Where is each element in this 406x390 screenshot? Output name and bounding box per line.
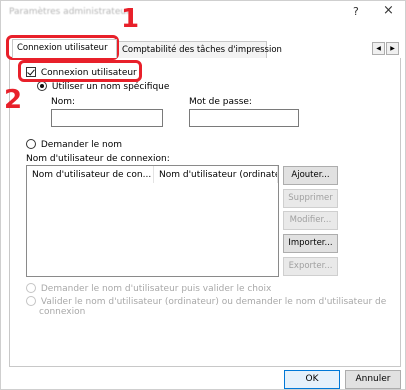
name-input[interactable] bbox=[51, 109, 163, 127]
user-list-table[interactable]: Nom d'utilisateur de con... Nom d'utilis… bbox=[26, 165, 279, 277]
cancel-button[interactable]: Annuler bbox=[345, 370, 401, 389]
login-user-name-label: Nom d'utilisateur de connexion: bbox=[26, 154, 170, 164]
tab-scroll-right-icon[interactable]: ▶ bbox=[386, 42, 399, 55]
tab-scroll-buttons: ◀ ▶ bbox=[372, 42, 399, 55]
add-button[interactable]: Ajouter... bbox=[283, 166, 338, 185]
column-header-login-name[interactable]: Nom d'utilisateur de con... bbox=[27, 166, 154, 183]
tab-scroll-left-icon[interactable]: ◀ bbox=[372, 42, 385, 55]
callout-number-two: 2 bbox=[4, 85, 23, 115]
ask-and-validate-row[interactable]: Demander le nom d'utilisateur puis valid… bbox=[26, 283, 271, 294]
password-label: Mot de passe: bbox=[189, 97, 252, 107]
validate-or-ask-label-line2: connexion bbox=[39, 307, 86, 317]
help-button[interactable]: ? bbox=[353, 5, 359, 18]
password-input[interactable] bbox=[189, 109, 299, 127]
ask-name-radio[interactable] bbox=[26, 139, 36, 149]
modify-button[interactable]: Modifier... bbox=[283, 211, 338, 230]
import-button[interactable]: Importer... bbox=[283, 234, 338, 253]
export-button[interactable]: Exporter... bbox=[283, 257, 338, 276]
window-title: Paramètres administrateur bbox=[9, 7, 130, 17]
ask-name-label: Demander le nom bbox=[40, 139, 123, 150]
tab-user-login[interactable]: Connexion utilisateur bbox=[12, 39, 117, 58]
use-specific-name-row[interactable]: Utiliser un nom spécifique bbox=[37, 81, 169, 92]
validate-or-ask-row[interactable]: Valider le nom d'utilisateur (ordinateur… bbox=[26, 296, 386, 307]
close-icon[interactable]: × bbox=[383, 3, 394, 18]
column-header-computer-name[interactable]: Nom d'utilisateur (ordinateur) bbox=[154, 166, 278, 183]
admin-settings-dialog: Paramètres administrateur ? × Connexion … bbox=[0, 0, 406, 390]
ask-name-row[interactable]: Demander le nom bbox=[26, 139, 122, 150]
tab-job-accounting[interactable]: Comptabilité des tâches d'impression bbox=[117, 41, 282, 58]
delete-button[interactable]: Supprimer bbox=[283, 189, 338, 208]
callout-number-one: 1 bbox=[121, 4, 140, 34]
validate-or-ask-label-line1: Valider le nom d'utilisateur (ordinateur… bbox=[40, 296, 387, 307]
use-specific-name-radio[interactable] bbox=[37, 81, 47, 91]
callout-box-checkbox bbox=[18, 60, 142, 82]
use-specific-name-label: Utiliser un nom spécifique bbox=[51, 81, 170, 92]
validate-or-ask-radio[interactable] bbox=[26, 296, 36, 306]
ok-button[interactable]: OK bbox=[284, 370, 340, 389]
ask-and-validate-label: Demander le nom d'utilisateur puis valid… bbox=[40, 283, 272, 294]
name-label: Nom: bbox=[51, 97, 76, 107]
ask-and-validate-radio[interactable] bbox=[26, 283, 36, 293]
